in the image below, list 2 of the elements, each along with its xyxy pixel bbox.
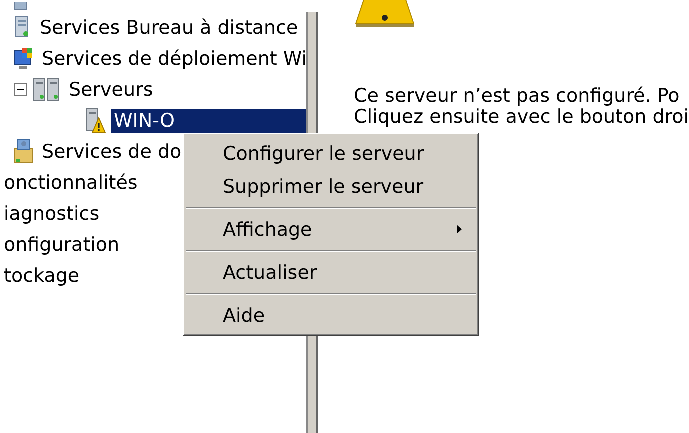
message-text: Ce serveur n’est pas configuré. Po: [354, 86, 680, 107]
message-text: Cliquez ensuite avec le bouton droi: [354, 107, 689, 128]
